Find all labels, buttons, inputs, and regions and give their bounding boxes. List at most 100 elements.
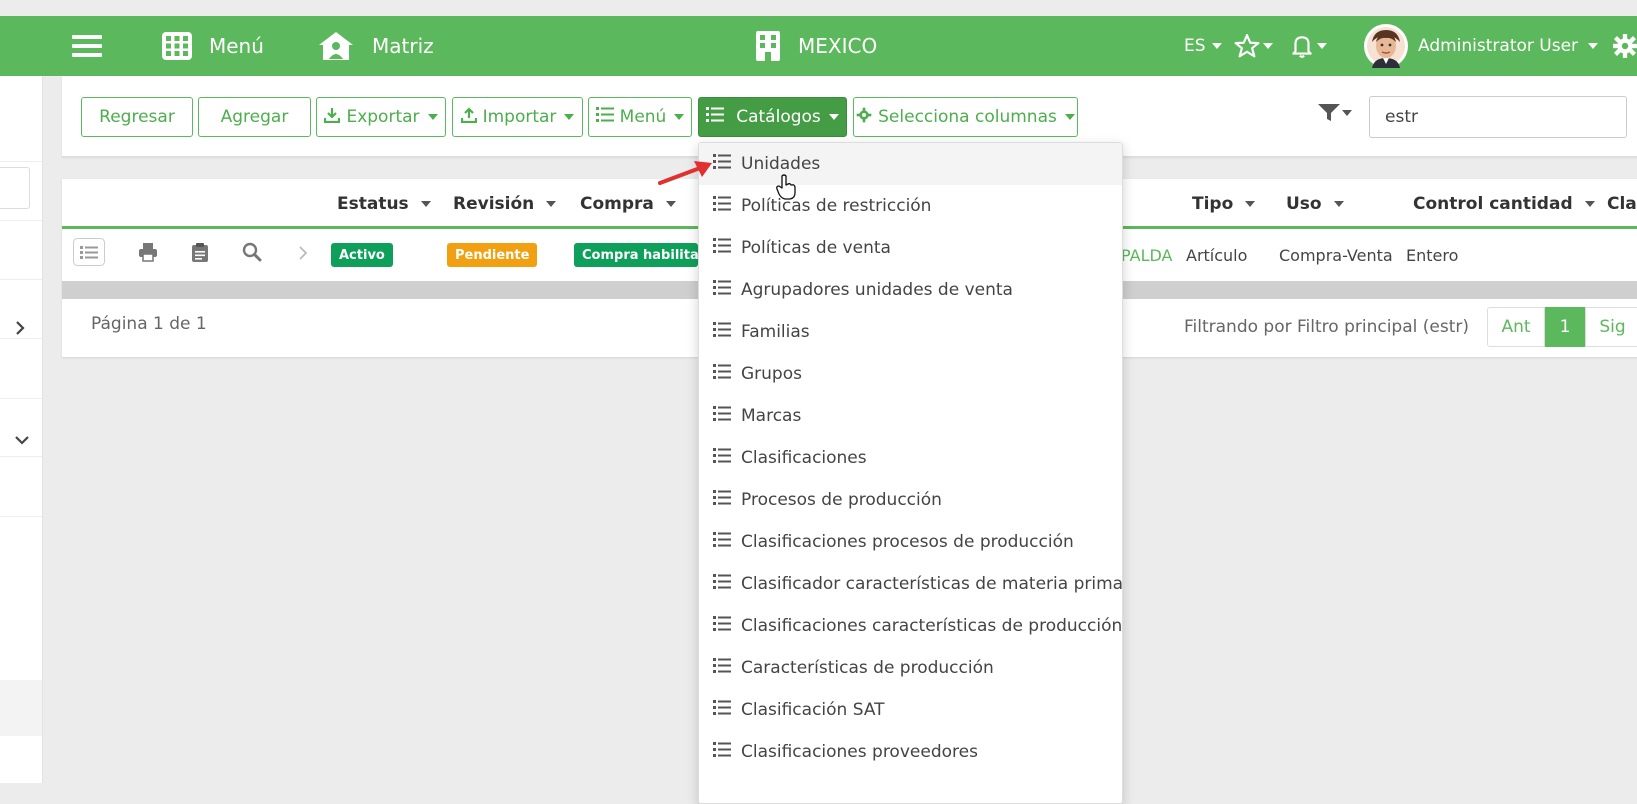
list-icon xyxy=(713,322,731,342)
clipboard-icon[interactable] xyxy=(191,242,209,266)
list-icon xyxy=(713,406,731,426)
building-icon xyxy=(756,31,780,61)
dropdown-item-clasificaciones[interactable]: Clasificaciones xyxy=(699,437,1122,479)
sidebar xyxy=(0,76,43,783)
catalogs-button-label: Catálogos xyxy=(736,107,821,127)
language-label: ES xyxy=(1184,36,1206,56)
import-button-label: Importar xyxy=(482,107,557,127)
dropdown-item-grupos[interactable]: Grupos xyxy=(699,353,1122,395)
home-nav-label: Matriz xyxy=(372,34,434,58)
sidebar-divider xyxy=(0,398,42,399)
language-dropdown[interactable]: ES xyxy=(1184,16,1222,76)
print-icon[interactable] xyxy=(138,242,158,266)
list-icon xyxy=(713,196,731,216)
list-icon xyxy=(713,280,731,300)
list-icon xyxy=(713,364,731,384)
add-button[interactable]: Agregar xyxy=(198,97,311,137)
chevron-right-icon[interactable] xyxy=(298,245,308,265)
row-cell-uso: Compra-Venta xyxy=(1279,245,1393,265)
hand-cursor-icon xyxy=(776,174,796,204)
dropdown-item-clasificaciones-procesos[interactable]: Clasificaciones procesos de producción xyxy=(699,521,1122,563)
purchase-badge: Compra habilitado xyxy=(574,243,698,267)
list-icon xyxy=(595,107,614,127)
select-columns-label: Selecciona columnas xyxy=(878,107,1057,127)
dropdown-item-clasificador-materia-prima[interactable]: Clasificador características de materia … xyxy=(699,563,1123,605)
company-selector[interactable]: MEXICO xyxy=(756,16,877,76)
sidebar-divider xyxy=(0,220,42,221)
menu-nav-item[interactable]: Menú xyxy=(162,16,264,76)
catalogs-dropdown-menu: Unidades Políticas de restricción Políti… xyxy=(698,142,1123,804)
bell-icon[interactable] xyxy=(1289,16,1327,76)
row-list-icon[interactable] xyxy=(73,238,105,270)
list-icon xyxy=(713,490,731,510)
current-page-button[interactable]: 1 xyxy=(1545,307,1585,347)
home-icon xyxy=(318,31,354,61)
list-icon xyxy=(713,700,731,720)
hamburger-icon[interactable] xyxy=(72,16,102,76)
chevron-down-icon[interactable] xyxy=(14,430,30,451)
next-page-button[interactable]: Sig xyxy=(1585,307,1637,347)
export-button[interactable]: Exportar xyxy=(316,97,446,137)
top-navbar: Menú Matriz MEXICO ES Administrator User xyxy=(0,16,1637,76)
column-header-uso[interactable]: Uso xyxy=(1286,183,1344,225)
prev-page-button[interactable]: Ant xyxy=(1487,307,1545,347)
dropdown-item-clasificaciones-proveedores[interactable]: Clasificaciones proveedores xyxy=(699,731,1122,773)
catalogs-button[interactable]: Catálogos xyxy=(698,97,847,137)
column-header-tipo[interactable]: Tipo xyxy=(1192,183,1256,225)
filter-funnel-icon[interactable] xyxy=(1318,104,1352,122)
dropdown-item-politicas-venta[interactable]: Políticas de venta xyxy=(699,227,1122,269)
dropdown-item-politicas-restriccion[interactable]: Políticas de restricción xyxy=(699,185,1122,227)
dropdown-item-caracteristicas-produccion[interactable]: Características de producción xyxy=(699,647,1122,689)
menu-button[interactable]: Menú xyxy=(588,97,692,137)
column-header-estatus[interactable]: Estatus xyxy=(337,183,431,225)
list-icon xyxy=(706,107,725,127)
chevron-right-icon[interactable] xyxy=(14,320,26,341)
revision-badge: Pendiente xyxy=(447,243,538,267)
back-button[interactable]: Regresar xyxy=(81,97,193,137)
favorites-star-icon[interactable] xyxy=(1233,16,1273,76)
grid-icon xyxy=(162,32,192,60)
upload-icon xyxy=(460,106,477,128)
sidebar-divider xyxy=(0,516,42,517)
list-icon xyxy=(713,742,731,762)
user-name: Administrator User xyxy=(1418,36,1579,56)
column-header-control-cantidad[interactable]: Control cantidad xyxy=(1413,183,1595,225)
sidebar-search-field[interactable] xyxy=(0,167,30,209)
export-button-label: Exportar xyxy=(346,107,420,127)
add-button-label: Agregar xyxy=(220,107,289,127)
page-info: Página 1 de 1 xyxy=(91,314,207,334)
sidebar-item[interactable] xyxy=(0,680,42,736)
dropdown-item-clasificacion-sat[interactable]: Clasificación SAT xyxy=(699,689,1122,731)
back-button-label: Regresar xyxy=(99,107,175,127)
red-arrow-annotation xyxy=(658,157,718,191)
list-icon xyxy=(713,616,731,636)
status-badge: Activo xyxy=(331,243,393,267)
download-icon xyxy=(324,107,341,128)
menu-nav-label: Menú xyxy=(209,34,264,58)
list-icon xyxy=(713,574,731,594)
menu-button-label: Menú xyxy=(619,107,667,127)
home-nav-item[interactable]: Matriz xyxy=(318,16,434,76)
user-menu[interactable]: Administrator User xyxy=(1364,16,1599,76)
sidebar-divider xyxy=(0,279,42,280)
dropdown-item-marcas[interactable]: Marcas xyxy=(699,395,1122,437)
column-header-revision[interactable]: Revisión xyxy=(453,183,557,225)
dropdown-item-unidades[interactable]: Unidades xyxy=(699,143,1122,185)
avatar xyxy=(1364,24,1408,68)
sidebar-divider xyxy=(0,456,42,457)
dropdown-item-agrupadores[interactable]: Agrupadores unidades de venta xyxy=(699,269,1122,311)
column-header-clas[interactable]: Clas xyxy=(1607,183,1637,225)
row-cell-partial: PALDA xyxy=(1121,245,1173,265)
dropdown-item-clasificaciones-caracteristicas[interactable]: Clasificaciones características de produ… xyxy=(699,605,1122,647)
list-icon xyxy=(713,658,731,678)
import-button[interactable]: Importar xyxy=(452,97,583,137)
search-input[interactable] xyxy=(1369,96,1627,138)
row-cell-control: Entero xyxy=(1406,245,1459,265)
settings-gear-icon[interactable] xyxy=(1612,16,1637,76)
filter-info: Filtrando por Filtro principal (estr) xyxy=(1184,317,1470,337)
dropdown-item-familias[interactable]: Familias xyxy=(699,311,1122,353)
gear-icon xyxy=(856,107,872,128)
select-columns-button[interactable]: Selecciona columnas xyxy=(853,97,1078,137)
search-icon[interactable] xyxy=(242,242,262,266)
dropdown-item-procesos-produccion[interactable]: Procesos de producción xyxy=(699,479,1122,521)
